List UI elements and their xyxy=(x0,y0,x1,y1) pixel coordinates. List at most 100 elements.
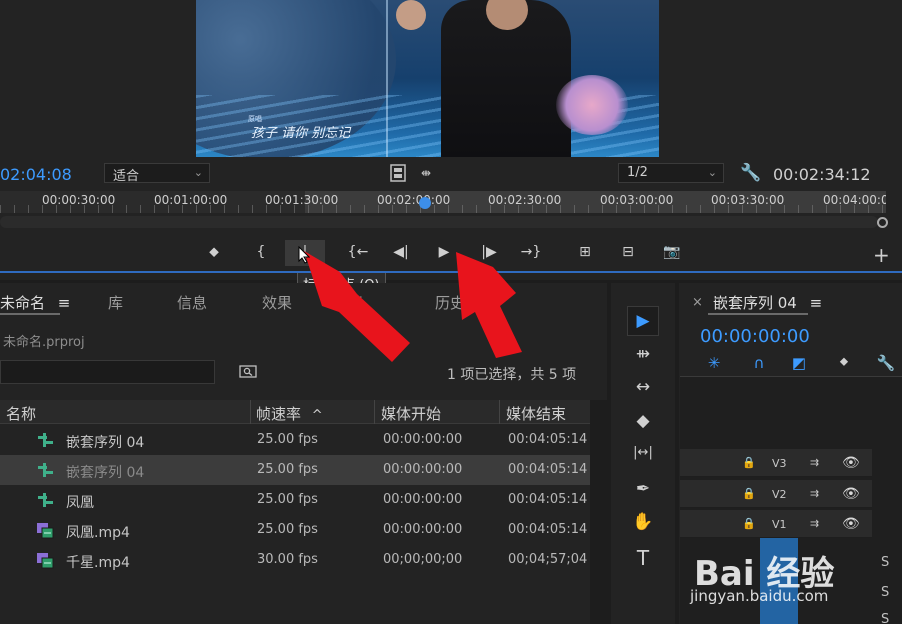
column-divider[interactable] xyxy=(499,400,500,424)
time-ruler[interactable]: 00:00:30:00 00:01:00:00 00:01:30:00 00:0… xyxy=(0,191,886,213)
search-input[interactable] xyxy=(0,360,215,384)
lock-icon[interactable]: 🔒 xyxy=(742,487,756,500)
eye-icon[interactable]: 👁 xyxy=(842,516,860,532)
playback-resolution-select[interactable]: 1/2 ⌄ xyxy=(618,163,724,183)
panel-menu-icon[interactable]: ≡ xyxy=(58,294,71,312)
project-scrollbar[interactable] xyxy=(590,400,607,624)
tab-markers[interactable]: 标 xyxy=(348,292,363,313)
add-marker-button[interactable]: ⬥ xyxy=(203,244,225,260)
scrollbar-end-handle[interactable] xyxy=(877,217,888,228)
item-media-end: 00;04;57;04 xyxy=(508,552,588,567)
sync-lock-icon[interactable]: ⇉ xyxy=(810,487,819,500)
fit-zoom-select[interactable]: 适合 ⌄ xyxy=(104,163,210,184)
close-icon[interactable]: × xyxy=(692,295,703,310)
track-name[interactable]: V1 xyxy=(772,518,787,531)
chevron-down-icon: ⌄ xyxy=(707,166,717,179)
timeline-timecode[interactable]: 00:00:00:00 xyxy=(700,326,810,347)
video-track-header[interactable]: 🔒 V3 ⇉ 👁 xyxy=(680,449,872,477)
track-name[interactable]: V3 xyxy=(772,457,787,470)
search-folder-icon[interactable] xyxy=(239,364,257,378)
solo-button[interactable]: S xyxy=(881,612,889,624)
ruler-tick-label: 00:02:30:00 xyxy=(488,193,562,207)
tab-effects[interactable]: 效果 xyxy=(262,292,292,313)
table-row[interactable]: 千星.mp4 30.00 fps 00;00;00;00 00;04;57;04 xyxy=(0,545,590,575)
timeline-tab[interactable]: 嵌套序列 04 ≡ xyxy=(713,292,822,313)
column-header-media-end[interactable]: 媒体结束 xyxy=(506,403,566,424)
solo-button[interactable]: S xyxy=(881,585,889,600)
sequence-icon xyxy=(38,493,53,507)
column-divider[interactable] xyxy=(374,400,375,424)
wrench-icon[interactable]: 🔧 xyxy=(740,163,761,183)
go-to-out-button[interactable]: →} xyxy=(520,244,542,260)
column-header-media-start[interactable]: 媒体开始 xyxy=(381,403,441,424)
step-back-button[interactable]: ◀| xyxy=(390,244,412,260)
item-media-end: 00:04:05:14 xyxy=(508,492,588,507)
item-media-start: 00:00:00:00 xyxy=(383,522,463,537)
pen-tool[interactable]: ✒ xyxy=(627,475,659,505)
button-editor-plus[interactable]: + xyxy=(873,243,890,267)
overwrite-button[interactable]: ⊟ xyxy=(617,244,639,260)
tab-history[interactable]: 历史 xyxy=(435,292,465,313)
sync-lock-icon[interactable]: ⇉ xyxy=(810,517,819,530)
video-preview[interactable]: 原唱 孩子 请你 别忘记 xyxy=(196,0,659,157)
table-row[interactable]: 凤凰.mp4 25.00 fps 00:00:00:00 00:04:05:14 xyxy=(0,515,590,545)
playhead-timecode[interactable]: 02:04:08 xyxy=(0,165,72,184)
column-header-name[interactable]: 名称 xyxy=(6,403,36,424)
type-tool[interactable]: T xyxy=(627,542,659,572)
item-name: 嵌套序列 04 xyxy=(66,465,145,481)
sync-lock-icon[interactable]: ⇉ xyxy=(810,456,819,469)
add-marker-icon[interactable]: ⬥ xyxy=(834,354,854,369)
tab-libraries[interactable]: 库 xyxy=(108,292,123,313)
table-row[interactable]: 嵌套序列 04 25.00 fps 00:00:00:00 00:04:05:14 xyxy=(0,425,590,455)
camera-icon[interactable]: 📷 xyxy=(661,244,683,260)
tab-info[interactable]: 信息 xyxy=(177,292,207,313)
ruler-tick-label: 00:02:00:00 xyxy=(377,193,451,207)
razor-tool[interactable]: ◆ xyxy=(627,407,659,437)
duration-timecode: 00:02:34:12 xyxy=(773,165,871,184)
video-hand xyxy=(396,0,426,30)
wrench-icon[interactable]: 🔧 xyxy=(876,354,896,372)
video-track-header[interactable]: 🔒 V2 ⇉ 👁 xyxy=(680,480,872,508)
item-media-start: 00:00:00:00 xyxy=(383,462,463,477)
track-name[interactable]: V2 xyxy=(772,488,787,501)
selection-tool[interactable]: ▶ xyxy=(627,306,659,336)
item-name: 嵌套序列 04 xyxy=(66,435,145,451)
hand-tool[interactable]: ✋ xyxy=(627,508,659,538)
panel-focus-line xyxy=(0,271,902,273)
mark-in-button[interactable]: { xyxy=(250,244,272,260)
eye-icon[interactable]: 👁 xyxy=(842,455,860,471)
table-row[interactable]: 嵌套序列 04 25.00 fps 00:00:00:00 00:04:05:14 xyxy=(0,455,590,485)
step-forward-button[interactable]: |▶ xyxy=(478,244,500,260)
snap-magnet-icon[interactable]: ∩ xyxy=(749,354,769,372)
item-media-end: 00:04:05:14 xyxy=(508,522,588,537)
solo-button[interactable]: S xyxy=(881,555,889,570)
column-divider[interactable] xyxy=(250,400,251,424)
video-track-header[interactable]: 🔒 V1 ⇉ 👁 xyxy=(680,510,872,538)
item-name: 凤凰 xyxy=(66,495,94,511)
table-row[interactable]: 凤凰 25.00 fps 00:00:00:00 00:04:05:14 xyxy=(0,485,590,515)
film-icon[interactable] xyxy=(390,164,406,182)
linked-selection-icon[interactable]: ◩ xyxy=(789,354,809,372)
zoom-scrollbar[interactable] xyxy=(0,216,878,228)
mouse-cursor-icon xyxy=(298,246,310,264)
panel-menu-icon[interactable]: ≡ xyxy=(810,294,823,312)
ruler-tick-label: 00:01:00:00 xyxy=(154,193,228,207)
ripple-edit-tool[interactable]: ↔ xyxy=(627,373,659,403)
slip-tool[interactable]: |↔| xyxy=(627,441,659,471)
item-fps: 25.00 fps xyxy=(257,462,318,477)
lock-icon[interactable]: 🔒 xyxy=(742,456,756,469)
sequence-icon xyxy=(38,433,53,447)
play-button[interactable]: ▶ xyxy=(433,244,455,260)
item-media-start: 00:00:00:00 xyxy=(383,492,463,507)
project-file-name: 未命名.prproj xyxy=(3,335,85,350)
insert-button[interactable]: ⊞ xyxy=(574,244,596,260)
lock-icon[interactable]: 🔒 xyxy=(742,517,756,530)
ruler-tick-label: 00:01:30:00 xyxy=(265,193,339,207)
track-select-tool[interactable]: ⇻ xyxy=(627,340,659,370)
eye-icon[interactable]: 👁 xyxy=(842,486,860,502)
tab-project[interactable]: 未命名 ≡ xyxy=(0,292,70,313)
go-to-in-button[interactable]: {← xyxy=(347,244,369,260)
column-header-fps[interactable]: 帧速率 ^ xyxy=(256,403,323,424)
fit-arrows-icon[interactable]: ⇼ xyxy=(421,166,431,180)
nest-sequence-icon[interactable]: ✳ xyxy=(704,354,724,372)
